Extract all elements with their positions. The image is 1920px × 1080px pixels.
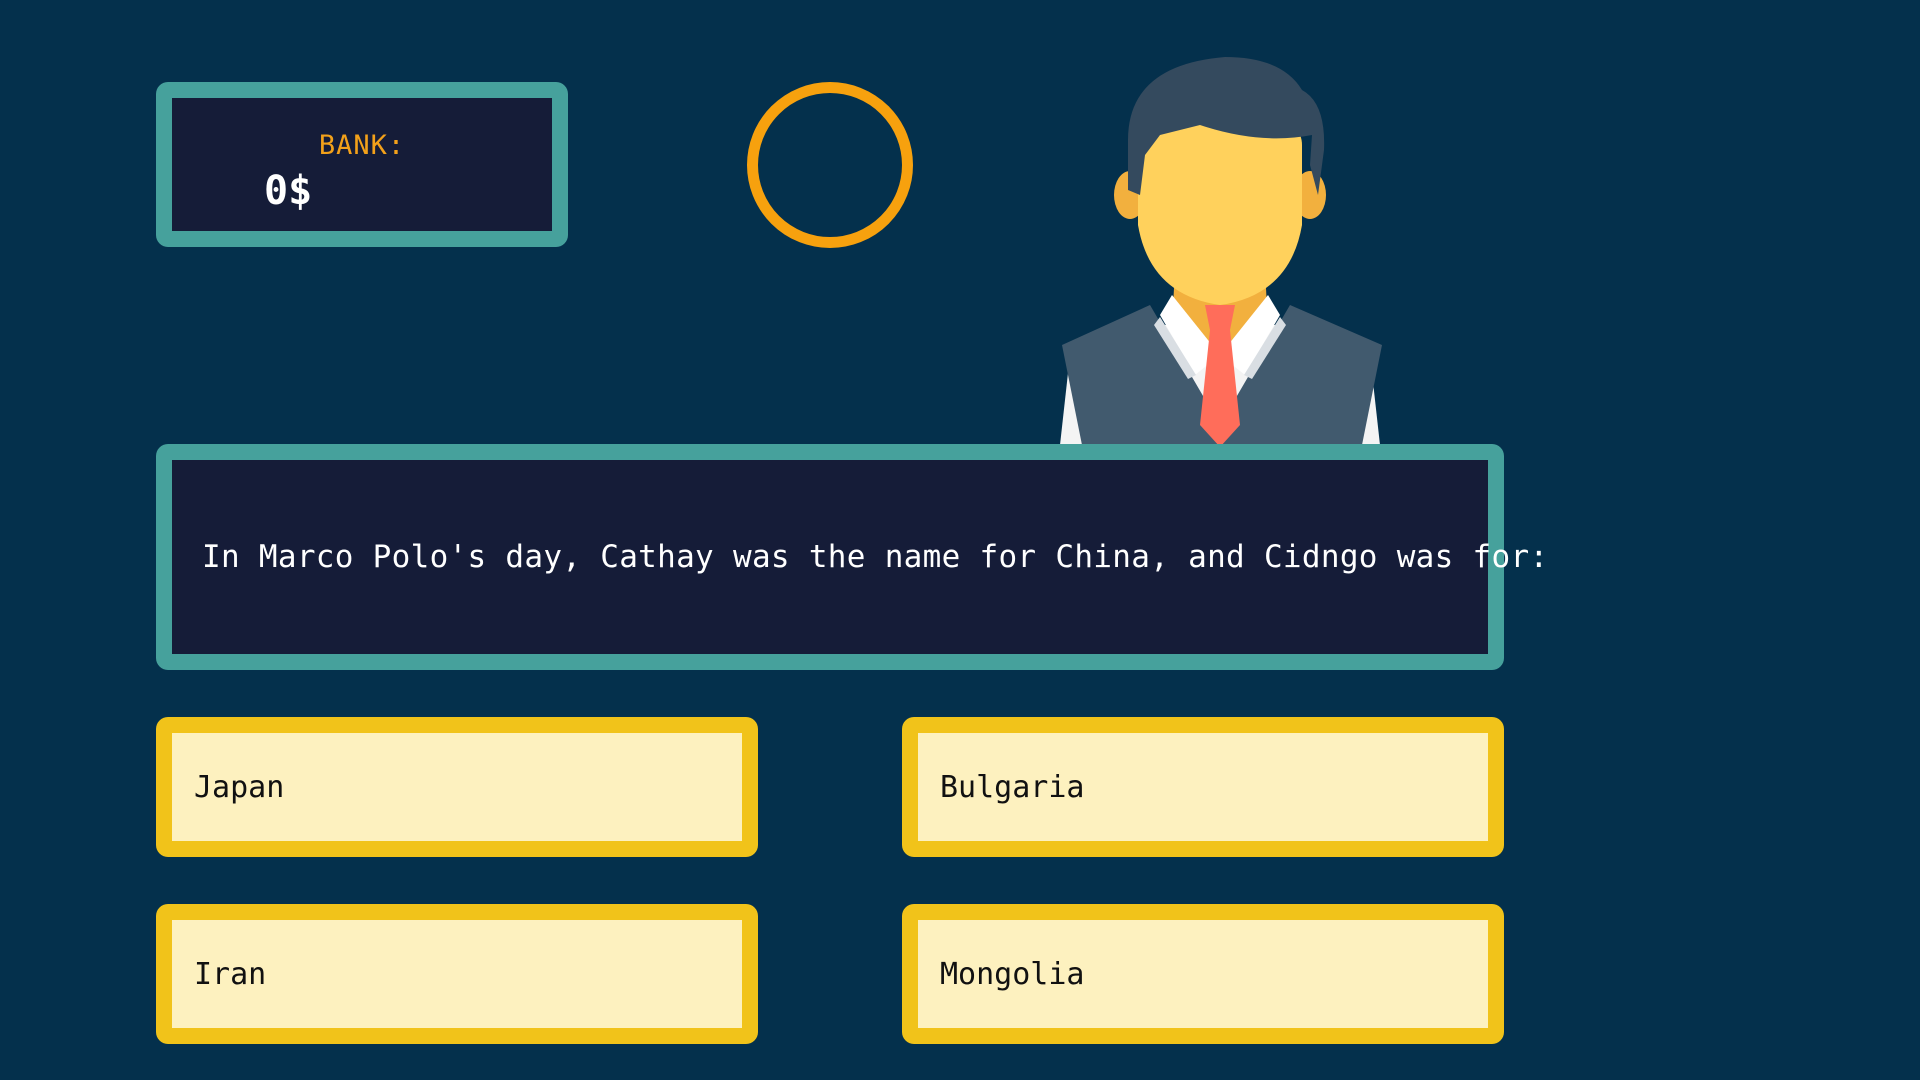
timer-value [758, 93, 902, 237]
timer-ring [747, 82, 913, 248]
answer-button-c[interactable]: Iran [156, 904, 758, 1044]
answer-button-a[interactable]: Japan [156, 717, 758, 857]
question-text: In Marco Polo's day, Cathay was the name… [202, 539, 1549, 575]
bank-panel: BANK: 0$ [156, 82, 568, 247]
game-screen: BANK: 0$ In Marco Polo's day, Cathay was… [0, 0, 1920, 1080]
question-panel: In Marco Polo's day, Cathay was the name… [156, 444, 1549, 670]
answer-button-d[interactable]: Mongolia [902, 904, 1504, 1044]
answer-button-b[interactable]: Bulgaria [902, 717, 1504, 857]
bank-value: 0$ [264, 168, 313, 214]
host-avatar-icon [1060, 57, 1382, 445]
bank-label: BANK: [318, 130, 406, 161]
host-tie-knot [1205, 305, 1235, 330]
